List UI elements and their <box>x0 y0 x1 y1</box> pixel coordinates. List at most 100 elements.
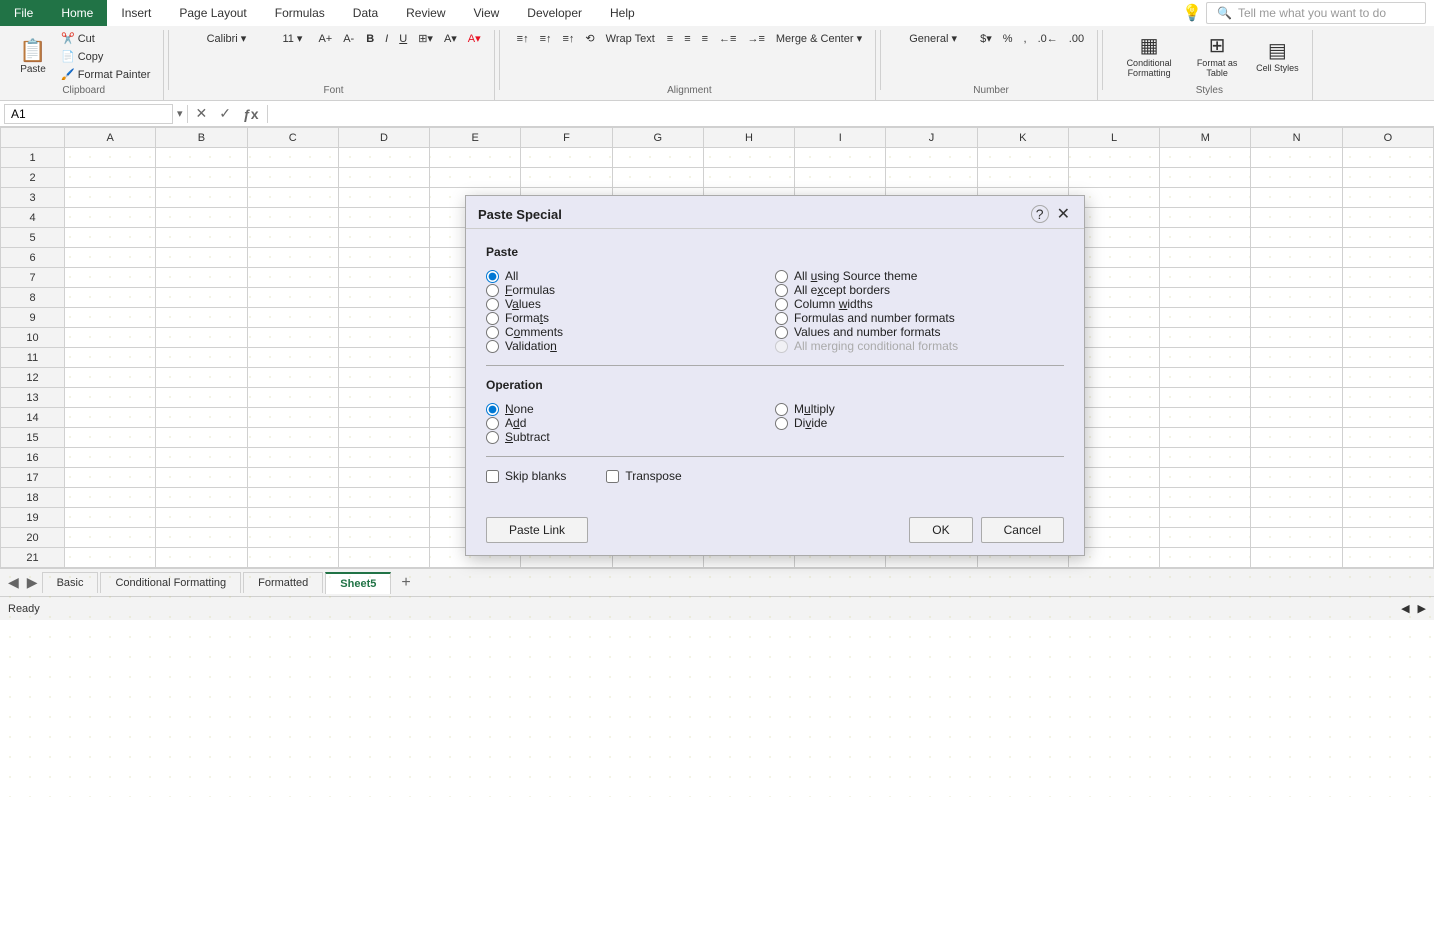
cell[interactable] <box>247 288 338 308</box>
operation-none[interactable]: None <box>486 402 775 416</box>
font-color-button[interactable]: A▾ <box>463 30 486 47</box>
cell[interactable] <box>1342 368 1433 388</box>
format-as-table-button[interactable]: ⊞ Format as Table <box>1185 30 1249 81</box>
cell[interactable] <box>338 348 429 368</box>
cell[interactable] <box>65 368 156 388</box>
cell[interactable] <box>156 448 247 468</box>
cell[interactable] <box>156 368 247 388</box>
cell[interactable] <box>247 168 338 188</box>
cell[interactable] <box>1251 448 1342 468</box>
cell[interactable] <box>1160 168 1251 188</box>
cell[interactable] <box>65 488 156 508</box>
paste-option-values[interactable]: Values <box>486 297 775 311</box>
font-name-selector[interactable]: Calibri ▾ <box>181 30 271 47</box>
cell[interactable] <box>247 348 338 368</box>
cell[interactable] <box>430 148 521 168</box>
paste-option-formats[interactable]: Formats <box>486 311 775 325</box>
cell[interactable] <box>338 308 429 328</box>
cell[interactable] <box>65 148 156 168</box>
paste-option-formulas-number-formats[interactable]: Formulas and number formats <box>775 311 1064 325</box>
cell[interactable] <box>1160 228 1251 248</box>
cell[interactable] <box>1160 508 1251 528</box>
align-left-button[interactable]: ≡ <box>662 31 678 47</box>
border-button[interactable]: ⊞▾ <box>413 30 438 47</box>
cell[interactable] <box>156 428 247 448</box>
cell[interactable] <box>1160 328 1251 348</box>
cell[interactable] <box>1342 248 1433 268</box>
cell[interactable] <box>1160 488 1251 508</box>
cell[interactable] <box>247 548 338 568</box>
cell[interactable] <box>1068 148 1159 168</box>
cell[interactable] <box>65 268 156 288</box>
cell[interactable] <box>1251 268 1342 288</box>
cell[interactable] <box>1160 528 1251 548</box>
cell[interactable] <box>156 308 247 328</box>
cell[interactable] <box>1251 508 1342 528</box>
cell[interactable] <box>338 488 429 508</box>
cell[interactable] <box>65 328 156 348</box>
cell[interactable] <box>1251 148 1342 168</box>
cell[interactable] <box>338 188 429 208</box>
cell[interactable] <box>1342 408 1433 428</box>
cell[interactable] <box>247 248 338 268</box>
orientation-button[interactable]: ⟲ <box>580 30 599 47</box>
cell[interactable] <box>338 468 429 488</box>
cell[interactable] <box>1342 508 1433 528</box>
cell[interactable] <box>1160 428 1251 448</box>
cut-button[interactable]: ✂️ Cut <box>56 30 155 47</box>
merge-center-button[interactable]: Merge & Center ▾ <box>771 30 867 47</box>
paste-special-dialog[interactable]: Paste Special ? ✕ Paste All Formu <box>465 195 1085 556</box>
tab-help[interactable]: Help <box>596 0 649 26</box>
format-painter-button[interactable]: 🖌️ Format Painter <box>56 66 155 83</box>
cell[interactable] <box>1160 548 1251 568</box>
cell[interactable] <box>338 528 429 548</box>
cell[interactable] <box>1342 148 1433 168</box>
cell[interactable] <box>247 308 338 328</box>
align-top-left-button[interactable]: ≡↑ <box>512 31 534 47</box>
paste-option-all-using-source[interactable]: All using Source theme <box>775 269 1064 283</box>
cell[interactable] <box>247 468 338 488</box>
cell[interactable] <box>1251 308 1342 328</box>
cell[interactable] <box>1068 168 1159 188</box>
cell[interactable] <box>1342 528 1433 548</box>
paste-option-all-except-borders[interactable]: All except borders <box>775 283 1064 297</box>
confirm-formula-button[interactable]: ✓ <box>215 103 235 124</box>
copy-button[interactable]: 📄 Copy <box>56 48 155 65</box>
cell[interactable] <box>338 228 429 248</box>
dialog-help-button[interactable]: ? <box>1031 205 1049 223</box>
cell[interactable] <box>247 368 338 388</box>
cell[interactable] <box>338 428 429 448</box>
cell[interactable] <box>338 368 429 388</box>
font-size-decrease[interactable]: A- <box>338 31 359 47</box>
sheet-tab-formatted[interactable]: Formatted <box>243 572 323 593</box>
font-size-increase[interactable]: A+ <box>313 31 337 47</box>
cell[interactable] <box>1251 248 1342 268</box>
cell[interactable] <box>1342 308 1433 328</box>
insert-function-button[interactable]: ƒx <box>239 104 263 124</box>
cell[interactable] <box>338 208 429 228</box>
cell[interactable] <box>1342 548 1433 568</box>
cell[interactable] <box>247 428 338 448</box>
tab-file[interactable]: File <box>0 0 47 26</box>
tab-review[interactable]: Review <box>392 0 459 26</box>
cell[interactable] <box>1160 308 1251 328</box>
tab-home[interactable]: Home <box>47 0 107 26</box>
cell[interactable] <box>65 468 156 488</box>
cell[interactable] <box>247 448 338 468</box>
cell[interactable] <box>1251 548 1342 568</box>
cell[interactable] <box>338 268 429 288</box>
cell[interactable] <box>612 168 703 188</box>
scroll-right-icon[interactable]: ▶ <box>1418 602 1426 615</box>
cell[interactable] <box>703 168 794 188</box>
cell[interactable] <box>65 308 156 328</box>
paste-option-values-number-formats[interactable]: Values and number formats <box>775 325 1064 339</box>
cell[interactable] <box>247 268 338 288</box>
number-format-selector[interactable]: General ▾ <box>893 30 973 47</box>
operation-multiply[interactable]: Multiply <box>775 402 1064 416</box>
cell[interactable] <box>1342 188 1433 208</box>
paste-option-comments[interactable]: Comments <box>486 325 775 339</box>
cell[interactable] <box>338 508 429 528</box>
cell[interactable] <box>795 148 886 168</box>
currency-button[interactable]: $▾ <box>975 30 997 47</box>
cell[interactable] <box>65 408 156 428</box>
